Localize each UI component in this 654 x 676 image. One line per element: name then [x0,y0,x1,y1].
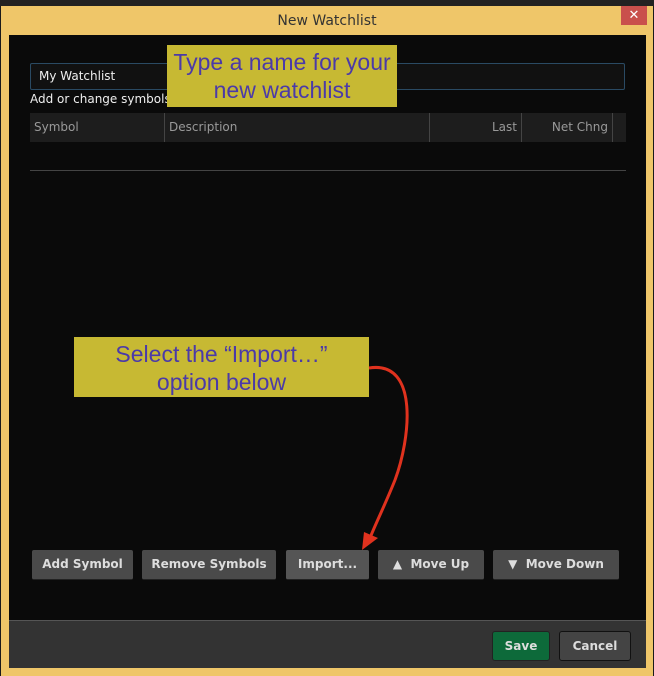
annotation-arrow [362,366,409,550]
